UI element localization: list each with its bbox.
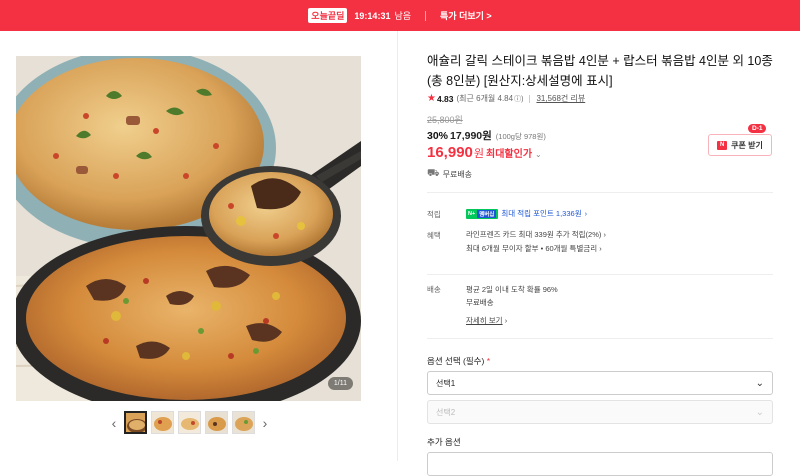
perks-label: 혜택 <box>427 231 441 240</box>
discount-percent: 30% <box>427 130 449 142</box>
option-select-2[interactable]: 선택2 ⌄ <box>427 400 773 424</box>
sale-price: 17,990원 <box>450 130 492 142</box>
option-select-1[interactable]: 선택1 ⌄ <box>427 371 773 395</box>
thumbnail-strip: ‹ › <box>108 411 271 434</box>
delivery-label: 배송 <box>427 285 441 294</box>
chevron-right-icon[interactable]: › <box>259 412 271 434</box>
installment-link[interactable]: 최대 6개월 무이자 할부 • 60개월 특별금리 › <box>466 243 602 254</box>
product-title: 애슐리 갈릭 스테이크 볶음밥 4인분 + 랍스터 볶음밥 4인분 외 10종 … <box>427 54 773 88</box>
sale-price-row: 30% 17,990원 (100g당 978원) <box>427 128 546 143</box>
option-select-1-value: 선택1 <box>436 378 456 388</box>
coupon-dday-badge: D-1 <box>748 124 767 133</box>
chevron-right-icon: › <box>504 316 508 325</box>
thumbnail[interactable] <box>124 411 147 434</box>
banner-divider <box>425 10 427 21</box>
divider <box>427 338 773 339</box>
delivery-probability: 평균 2일 이내 도착 확률 96% <box>466 285 558 294</box>
membership-badge: 멤버십 <box>477 209 497 218</box>
best-price-currency: 원 <box>473 148 485 160</box>
shipping-label: 무료배송 <box>442 170 473 179</box>
rating-divider <box>529 94 531 103</box>
shipping-info: ⛟ 무료배송 <box>427 168 472 181</box>
chevron-right-icon: › <box>599 244 602 253</box>
card-point-text: 라인프렌즈 카드 최대 339원 추가 적립(2%) <box>466 230 602 239</box>
thumbnail[interactable] <box>205 411 228 434</box>
best-price: 16,990 <box>427 144 473 161</box>
delivery-detail-link[interactable]: 자세히 보기 › <box>466 315 507 326</box>
card-point-link[interactable]: 라인프렌즈 카드 최대 339원 추가 적립(2%) › <box>466 229 606 240</box>
option-select-label: 옵션 선택 (필수) * <box>427 355 490 367</box>
original-price: 25,800원 <box>427 115 463 125</box>
column-divider <box>397 31 398 461</box>
fried-rice-illustration <box>16 56 361 401</box>
info-icon[interactable]: ⓘ) <box>514 94 523 104</box>
chevron-down-icon[interactable]: ⌄ <box>535 150 542 159</box>
rating-summary: ★ 4.83 (최근 6개월 4.84 ⓘ) 31,568건 리뷰 <box>427 93 585 104</box>
npay-badge: N+ 멤버십 <box>466 208 499 219</box>
additional-option-select[interactable] <box>427 452 773 476</box>
npay-plus: N+ <box>468 210 476 217</box>
divider <box>427 192 773 193</box>
more-deals-link[interactable]: 특가 더보기 > <box>440 9 492 22</box>
deal-timer: 19:14:31 <box>354 10 391 21</box>
recent-rating: (최근 6개월 4.84 <box>456 94 514 103</box>
image-counter: 1/11 <box>327 377 353 390</box>
chevron-right-icon: › <box>603 230 606 239</box>
star-icon: ★ <box>427 93 436 104</box>
point-label: 적립 <box>427 210 441 219</box>
delivery-free: 무료배송 <box>466 298 494 307</box>
chevron-down-icon: ⌄ <box>755 406 764 418</box>
point-link[interactable]: N+ 멤버십 최대 적립 포인트 1,336원 › <box>466 208 587 219</box>
truck-icon: ⛟ <box>427 168 440 179</box>
product-main-image[interactable]: 1/11 <box>16 56 361 401</box>
best-price-label: 최대할인가 <box>486 149 533 160</box>
chevron-left-icon[interactable]: ‹ <box>108 412 120 434</box>
coupon-label: 쿠폰 받기 <box>731 140 763 150</box>
coupon-button[interactable]: N 쿠폰 받기 <box>708 134 772 156</box>
installment-text: 최대 6개월 무이자 할부 • 60개월 특별금리 <box>466 244 598 253</box>
best-price-row[interactable]: 16,990 원 최대할인가 ⌄ <box>427 144 542 161</box>
review-count-link[interactable]: 31,568건 리뷰 <box>536 93 585 104</box>
unit-price: (100g당 978원) <box>495 132 546 141</box>
delivery-detail-text: 자세히 보기 <box>466 316 503 325</box>
divider <box>427 274 773 275</box>
thumbnail[interactable] <box>151 411 174 434</box>
thumbnail[interactable] <box>232 411 255 434</box>
today-deal-logo: 오늘끝딜 <box>308 8 348 23</box>
coupon-icon: N <box>717 140 728 150</box>
additional-option-label: 추가 옵션 <box>427 437 461 447</box>
chevron-down-icon: ⌄ <box>755 377 764 389</box>
option-select-2-value: 선택2 <box>436 407 456 417</box>
option-label-text: 옵션 선택 (필수) <box>427 356 485 366</box>
required-mark: * <box>486 356 490 366</box>
deal-banner: 오늘끝딜 19:14:31 남음 특가 더보기 > <box>0 0 800 31</box>
deal-remaining-label: 남음 <box>394 11 412 21</box>
chevron-right-icon: › <box>584 209 588 218</box>
rating-score: 4.83 <box>436 93 454 104</box>
thumbnail[interactable] <box>178 411 201 434</box>
max-point-text: 최대 적립 포인트 1,336원 <box>501 209 582 218</box>
